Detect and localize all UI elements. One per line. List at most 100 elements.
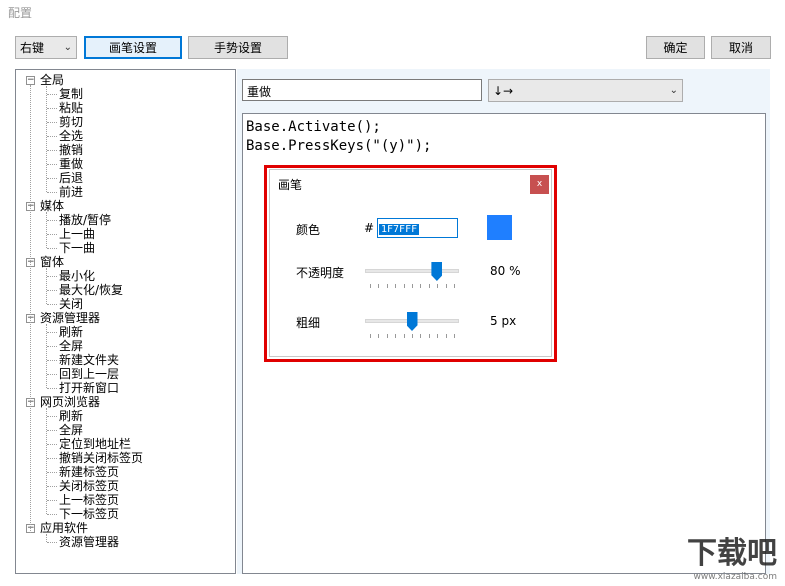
tree-guide-line xyxy=(47,248,57,249)
tree-item[interactable]: 前进 xyxy=(59,185,83,199)
slider-tick xyxy=(454,334,455,338)
gesture-tree[interactable]: − 全局 复制 粘贴 剪切 全选 撤销 重做 后退 前进 − 媒体 播放/暂停 上一曲 下一曲 − 窗体 最小化最… xyxy=(15,69,236,574)
tree-item[interactable]: 上一标签页 xyxy=(59,493,119,507)
close-icon[interactable]: x xyxy=(530,175,549,194)
cancel-button[interactable]: 取消 xyxy=(711,36,771,59)
slider-tick xyxy=(386,334,388,338)
tab-pen-settings[interactable]: 画笔设置 xyxy=(84,36,182,59)
slider-tick xyxy=(386,284,388,288)
width-slider-ticks xyxy=(370,334,455,338)
trigger-select-value: 右键 xyxy=(20,41,45,55)
gesture-direction-select[interactable]: ↓→ ⌄ xyxy=(488,79,683,102)
tree-guide-line xyxy=(47,122,57,123)
tree-item[interactable]: 最大化/恢复 xyxy=(59,283,123,297)
tab-gesture-settings[interactable]: 手势设置 xyxy=(188,36,288,59)
tree-guide-line xyxy=(46,324,47,388)
tree-item[interactable]: 资源管理器 xyxy=(59,535,119,549)
tree-guide-line xyxy=(47,416,57,417)
watermark-text: 下载吧 xyxy=(687,536,777,571)
tree-guide-line xyxy=(47,472,57,473)
tree-guide-line xyxy=(30,85,31,533)
tree-item[interactable]: 全屏 xyxy=(59,339,83,353)
tree-guide-line xyxy=(47,374,57,375)
slider-tick xyxy=(403,284,405,288)
trigger-select[interactable]: 右键 ⌄ xyxy=(15,36,77,59)
tree-group[interactable]: 窗体 xyxy=(40,255,64,269)
tree-guide-line xyxy=(46,268,47,304)
ok-button[interactable]: 确定 xyxy=(646,36,705,59)
tree-item[interactable]: 播放/暂停 xyxy=(59,213,111,227)
tree-guide-line xyxy=(47,360,57,361)
slider-tick xyxy=(445,334,447,338)
slider-tick xyxy=(420,284,422,288)
watermark-logo: 下载吧 www.xiazaiba.com xyxy=(687,528,777,582)
chevron-down-icon: ⌄ xyxy=(63,42,72,53)
tree-guide-line xyxy=(47,178,57,179)
tree-item[interactable]: 刷新 xyxy=(59,325,83,339)
tree-item[interactable]: 后退 xyxy=(59,171,83,185)
slider-tick xyxy=(454,284,455,288)
tree-guide-line xyxy=(47,444,57,445)
slider-tick xyxy=(412,284,413,288)
tree-group[interactable]: 媒体 xyxy=(40,199,64,213)
tree-item[interactable]: 刷新 xyxy=(59,409,83,423)
tree-item[interactable]: 全屏 xyxy=(59,423,83,437)
color-hex-input[interactable]: 1F7FFF xyxy=(377,218,458,238)
tree-guide-line xyxy=(47,500,57,501)
tree-item[interactable]: 撤销 xyxy=(59,143,83,157)
slider-tick xyxy=(428,334,430,338)
color-swatch[interactable] xyxy=(487,215,512,240)
tree-group[interactable]: 全局 xyxy=(40,73,64,87)
tree-guide-line xyxy=(47,486,57,487)
opacity-label: 不透明度 xyxy=(296,266,345,280)
tree-item[interactable]: 全选 xyxy=(59,129,83,143)
hash-label: # xyxy=(364,221,375,235)
tree-item[interactable]: 粘贴 xyxy=(59,101,83,115)
tree-item[interactable]: 撤销关闭标签页 xyxy=(59,451,143,465)
tree-group[interactable]: 网页浏览器 xyxy=(40,395,100,409)
tree-guide-line xyxy=(47,346,57,347)
tree-item[interactable]: 打开新窗口 xyxy=(59,381,119,395)
slider-tick xyxy=(378,334,380,338)
tree-guide-line xyxy=(46,534,47,542)
gesture-name-input[interactable]: 重做 xyxy=(242,79,482,101)
opacity-slider-track[interactable] xyxy=(365,269,459,273)
tree-item[interactable]: 新建文件夹 xyxy=(59,353,119,367)
tree-guide-line xyxy=(47,304,57,305)
watermark-url: www.xiazaiba.com xyxy=(693,572,777,582)
tree-item[interactable]: 下一标签页 xyxy=(59,507,119,521)
tree-item[interactable]: 回到上一层 xyxy=(59,367,119,381)
tree-guide-line xyxy=(47,164,57,165)
tree-item[interactable]: 上一曲 xyxy=(59,227,95,241)
tree-guide-line xyxy=(47,388,57,389)
window-title: 配置 xyxy=(8,6,33,20)
width-value: 5 px xyxy=(490,314,517,328)
tree-item[interactable]: 最小化 xyxy=(59,269,95,283)
tree-item[interactable]: 重做 xyxy=(59,157,83,171)
tree-group[interactable]: 应用软件 xyxy=(40,521,88,535)
code-line: Base.Activate(); xyxy=(246,119,381,135)
tree-item[interactable]: 定位到地址栏 xyxy=(59,437,131,451)
slider-tick xyxy=(370,334,371,338)
pen-dialog: 画笔 x 颜色 # 1F7FFF 不透明度 80 % 粗细 5 px xyxy=(269,169,552,357)
opacity-slider-ticks xyxy=(370,284,455,288)
tree-item[interactable]: 剪切 xyxy=(59,115,83,129)
slider-tick xyxy=(395,284,397,288)
slider-tick xyxy=(437,284,439,288)
gesture-direction-value: ↓→ xyxy=(493,83,514,98)
tree-guide-line xyxy=(47,220,57,221)
tree-item[interactable]: 关闭 xyxy=(59,297,83,311)
slider-tick xyxy=(445,284,447,288)
tree-item[interactable]: 关闭标签页 xyxy=(59,479,119,493)
width-slider-thumb[interactable] xyxy=(406,312,418,331)
opacity-slider-thumb[interactable] xyxy=(431,262,443,281)
tree-guide-line xyxy=(46,86,47,192)
tree-collapse-icon[interactable]: − xyxy=(26,76,35,85)
tree-guide-line xyxy=(47,108,57,109)
tree-item[interactable]: 新建标签页 xyxy=(59,465,119,479)
tree-item[interactable]: 下一曲 xyxy=(59,241,95,255)
tree-group[interactable]: 资源管理器 xyxy=(40,311,100,325)
tree-guide-line xyxy=(47,514,57,515)
tree-item[interactable]: 复制 xyxy=(59,87,83,101)
slider-tick xyxy=(428,284,430,288)
